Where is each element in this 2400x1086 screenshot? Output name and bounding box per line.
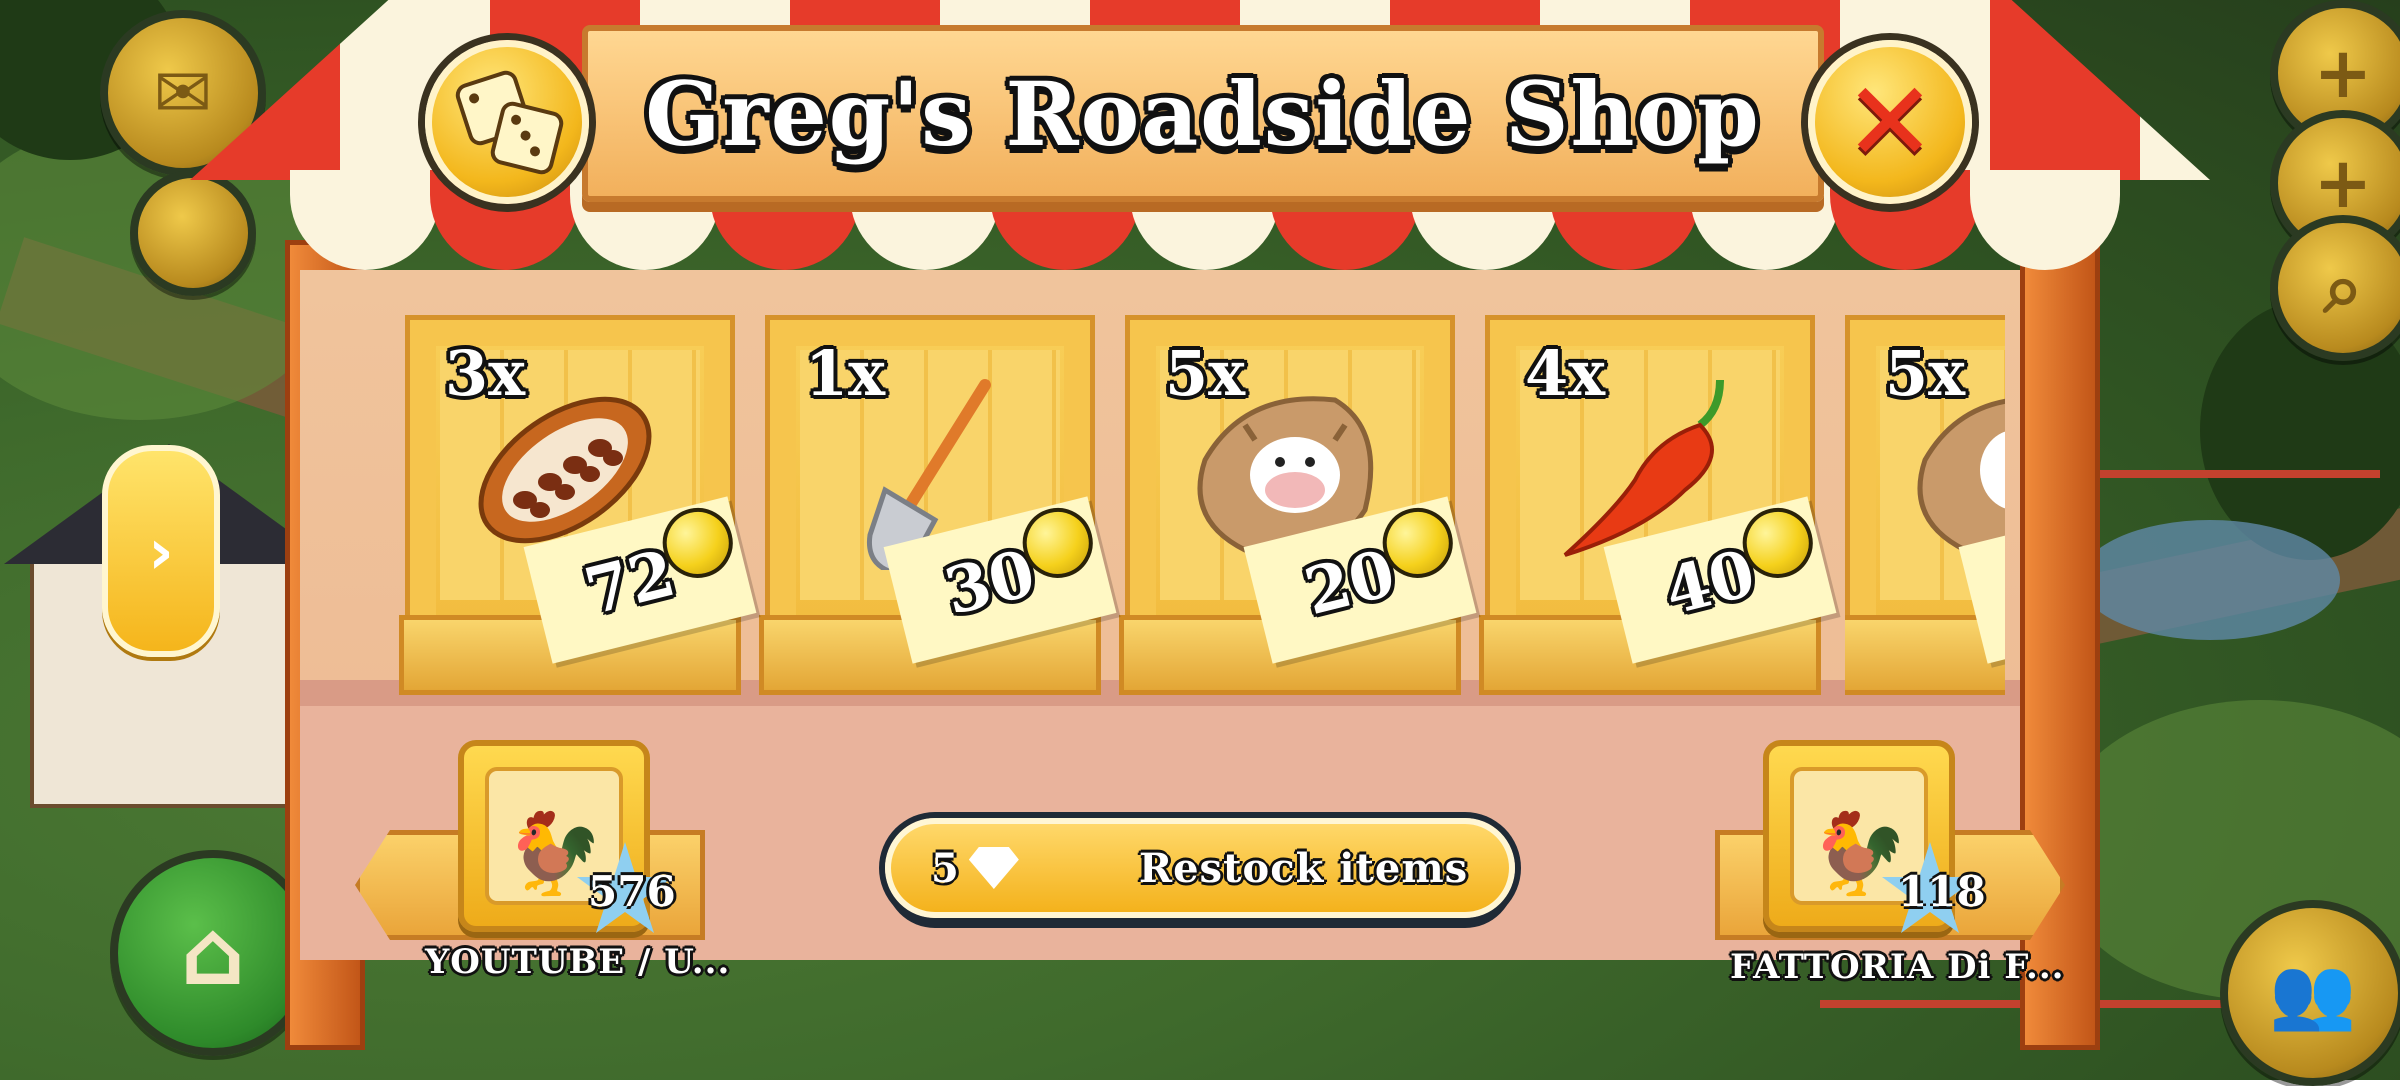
friends-icon[interactable]: 👥 [2220, 900, 2400, 1086]
item-quantity: 3x [445, 337, 526, 410]
item-quantity: 4x [1525, 337, 1606, 410]
shop-item-slot[interactable]: 1x 30 [759, 315, 1117, 695]
shop-title-board: Greg's Roadside Shop [582, 25, 1824, 202]
restock-label: Restock items [1138, 844, 1469, 892]
shop-item-slot[interactable]: 5x 20 [1119, 315, 1477, 695]
crate-clip: 5x [1845, 300, 2005, 700]
shop-item-slot[interactable]: 3x 72 [399, 315, 757, 695]
dice-button[interactable] [425, 40, 589, 204]
arrow-right-icon[interactable]: › [102, 445, 220, 657]
neighbor-name: YOUTUBE / U... [425, 942, 731, 982]
shop-item-slot[interactable]: 5x [1845, 315, 2005, 695]
close-button[interactable]: ✕ [1808, 40, 1972, 204]
item-quantity: 5x [1885, 337, 1966, 410]
neighbor-level: 118 [1898, 867, 1986, 916]
item-quantity: 5x [1165, 337, 1246, 410]
neighbor-level: 576 [588, 867, 676, 916]
dice-icon [452, 67, 566, 177]
neighbor-name: FATTORIA Di F... [1730, 947, 2065, 987]
restock-cost: 5 [931, 844, 959, 892]
rooster-icon: 🐓 [1809, 807, 1909, 900]
item-quantity: 1x [805, 337, 886, 410]
close-icon: ✕ [1843, 58, 1937, 186]
diamond-icon [968, 847, 1019, 889]
shop-item-slot[interactable]: 4x 40 [1479, 315, 1837, 695]
restock-button[interactable]: 5 Restock items [885, 818, 1515, 918]
page-title: Greg's Roadside Shop [645, 61, 1761, 166]
